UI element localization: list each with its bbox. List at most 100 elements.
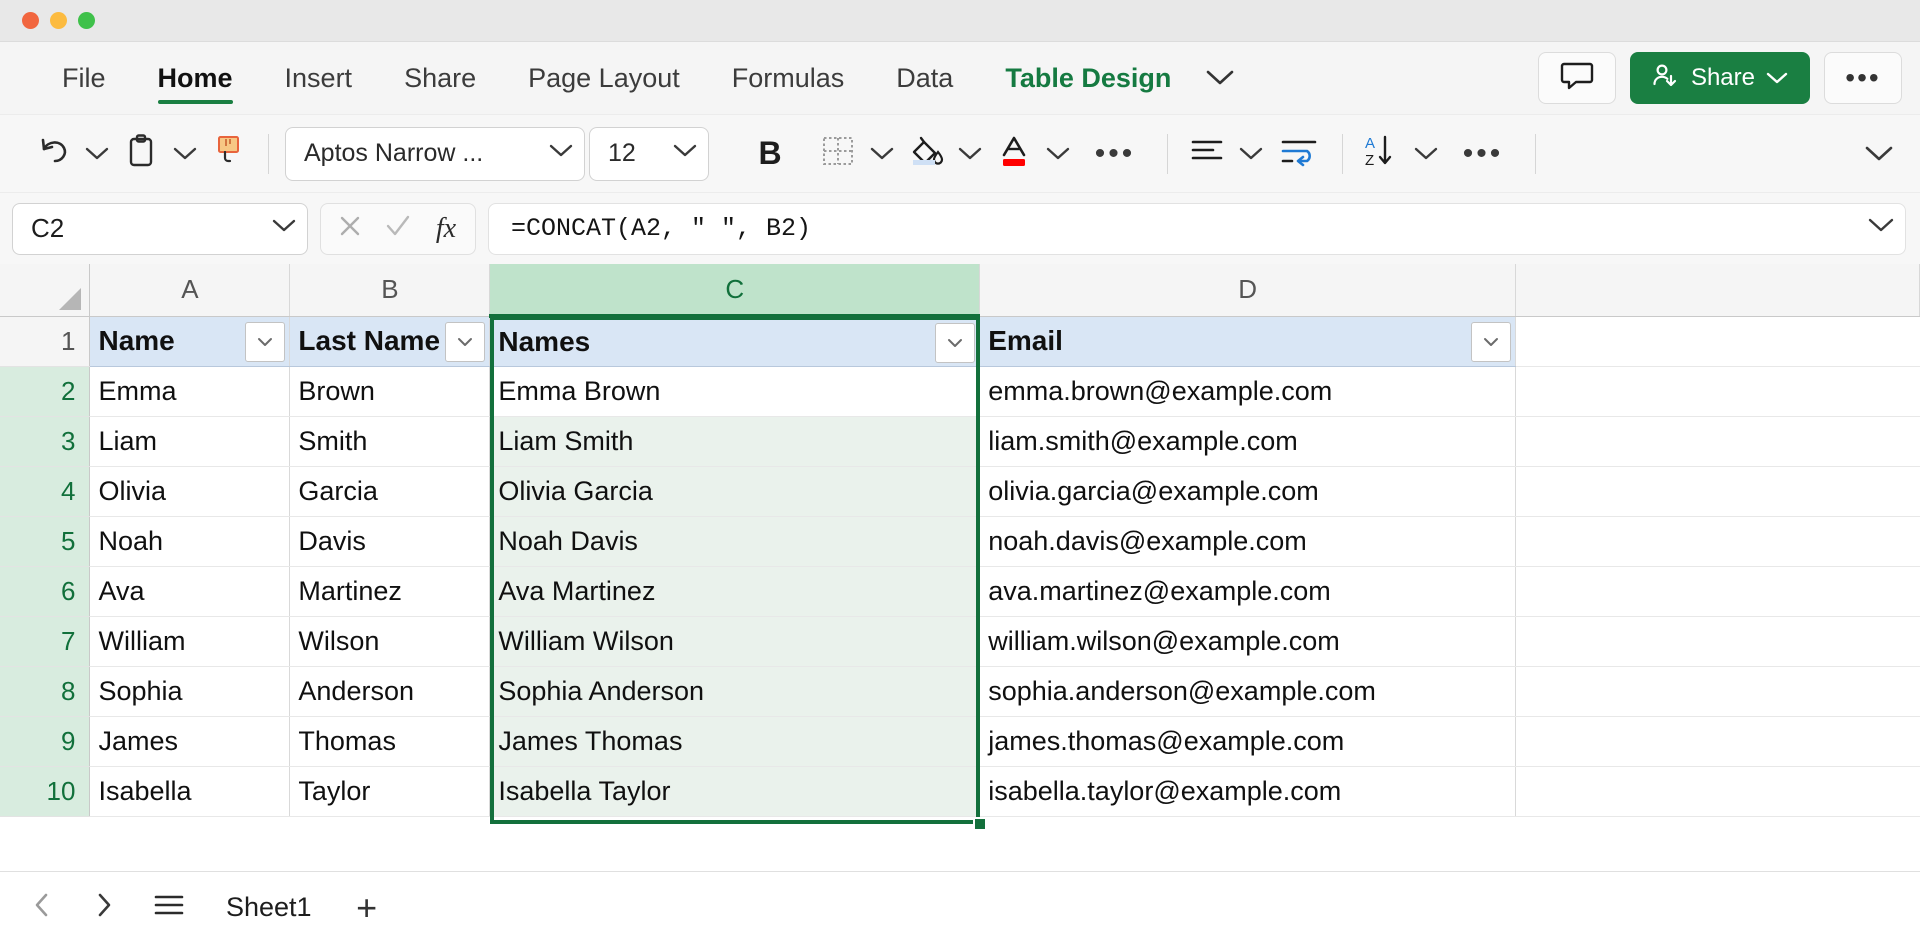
cell-E3[interactable] [1515, 416, 1920, 467]
align-button[interactable] [1184, 128, 1230, 180]
select-all-corner[interactable] [0, 264, 91, 317]
cell-A7[interactable]: William [89, 616, 291, 667]
row-header-8[interactable]: 8 [0, 666, 91, 717]
share-button[interactable]: Share [1629, 52, 1810, 104]
cell-D8[interactable]: sophia.anderson@example.com [979, 666, 1517, 717]
wrap-text-button[interactable] [1272, 128, 1326, 180]
font-group-more-button[interactable]: ••• [1079, 128, 1151, 180]
row-header-10[interactable]: 10 [0, 766, 91, 817]
tab-file[interactable]: File [36, 42, 132, 114]
sort-dropdown-button[interactable] [1409, 128, 1443, 180]
row-header-1[interactable]: 1 [0, 316, 91, 367]
borders-button[interactable] [815, 128, 861, 180]
editing-group-more-button[interactable]: ••• [1447, 128, 1519, 180]
align-dropdown-button[interactable] [1234, 128, 1268, 180]
cell-A2[interactable]: Emma [89, 366, 291, 417]
undo-button[interactable] [30, 128, 76, 180]
sort-button[interactable]: A Z [1359, 128, 1405, 180]
cell-A10[interactable]: Isabella [89, 766, 291, 817]
spreadsheet-grid[interactable]: A B C D 1 Name Last Name Names Email 2 E… [0, 264, 1920, 879]
cell-D10[interactable]: isabella.taylor@example.com [979, 766, 1517, 817]
tab-formulas[interactable]: Formulas [706, 42, 871, 114]
tab-page-layout[interactable]: Page Layout [502, 42, 706, 114]
close-window-button[interactable] [22, 12, 39, 29]
row-header-6[interactable]: 6 [0, 566, 91, 617]
font-color-button[interactable] [991, 128, 1037, 180]
cell-A4[interactable]: Olivia [89, 466, 291, 517]
cell-D5[interactable]: noah.davis@example.com [979, 516, 1517, 567]
comments-button[interactable] [1537, 52, 1616, 104]
paste-button[interactable] [118, 128, 164, 180]
filter-chevron-icon[interactable] [445, 321, 486, 362]
cell-C8[interactable]: Sophia Anderson [489, 666, 981, 717]
tab-table-design[interactable]: Table Design [979, 42, 1197, 114]
cell-B6[interactable]: Martinez [289, 566, 491, 617]
confirm-formula-button[interactable] [379, 206, 417, 252]
format-painter-button[interactable] [206, 128, 252, 180]
cell-B1[interactable]: Last Name [289, 316, 491, 367]
cell-C4[interactable]: Olivia Garcia [489, 466, 981, 517]
fill-color-dropdown-button[interactable] [953, 128, 987, 180]
cell-C9[interactable]: James Thomas [489, 716, 981, 767]
tab-share[interactable]: Share [378, 42, 502, 114]
cell-B4[interactable]: Garcia [289, 466, 491, 517]
cell-E10[interactable] [1515, 766, 1920, 817]
font-size-select[interactable]: 12 [589, 126, 709, 181]
cell-E2[interactable] [1515, 366, 1920, 417]
cell-C7[interactable]: William Wilson [489, 616, 981, 667]
cancel-formula-button[interactable] [331, 206, 369, 252]
cell-C10[interactable]: Isabella Taylor [489, 766, 981, 817]
cell-D2[interactable]: emma.brown@example.com [979, 366, 1517, 417]
row-header-3[interactable]: 3 [0, 416, 91, 467]
cell-C2[interactable]: Emma Brown [489, 366, 981, 417]
cell-B10[interactable]: Taylor [289, 766, 491, 817]
cell-D9[interactable]: james.thomas@example.com [979, 716, 1517, 767]
cell-B9[interactable]: Thomas [289, 716, 491, 767]
cell-D7[interactable]: william.wilson@example.com [979, 616, 1517, 667]
column-header-d[interactable]: D [979, 264, 1517, 317]
cell-E7[interactable] [1515, 616, 1920, 667]
fill-handle[interactable] [973, 817, 987, 831]
undo-dropdown-button[interactable] [80, 128, 114, 180]
cell-A8[interactable]: Sophia [89, 666, 291, 717]
bold-button[interactable]: B [742, 128, 798, 180]
cell-A9[interactable]: James [89, 716, 291, 767]
cell-B8[interactable]: Anderson [289, 666, 491, 717]
chevron-down-icon[interactable] [1197, 42, 1243, 114]
cell-C1[interactable]: Names [489, 316, 981, 367]
previous-sheet-button[interactable] [16, 882, 68, 934]
all-sheets-button[interactable] [140, 882, 198, 934]
row-header-4[interactable]: 4 [0, 466, 91, 517]
row-header-9[interactable]: 9 [0, 716, 91, 767]
filter-chevron-icon[interactable] [245, 321, 286, 362]
cell-B3[interactable]: Smith [289, 416, 491, 467]
cell-D4[interactable]: olivia.garcia@example.com [979, 466, 1517, 517]
font-color-dropdown-button[interactable] [1041, 128, 1075, 180]
paste-dropdown-button[interactable] [168, 128, 202, 180]
tab-data[interactable]: Data [870, 42, 979, 114]
tab-home[interactable]: Home [132, 42, 259, 114]
cell-C6[interactable]: Ava Martinez [489, 566, 981, 617]
cell-D1[interactable]: Email [979, 316, 1517, 367]
cell-E6[interactable] [1515, 566, 1920, 617]
insert-function-button[interactable]: fx [427, 206, 465, 252]
row-header-5[interactable]: 5 [0, 516, 91, 567]
cell-A6[interactable]: Ava [89, 566, 291, 617]
cell-E5[interactable] [1515, 516, 1920, 567]
cell-A5[interactable]: Noah [89, 516, 291, 567]
column-header-a[interactable]: A [89, 264, 291, 317]
add-sheet-button[interactable]: + [340, 882, 394, 934]
cell-A1[interactable]: Name [89, 316, 291, 367]
ribbon-more-options-button[interactable]: ••• [1824, 52, 1902, 104]
cell-E1[interactable] [1515, 316, 1920, 367]
row-header-2[interactable]: 2 [0, 366, 91, 417]
cell-E4[interactable] [1515, 466, 1920, 517]
cell-B2[interactable]: Brown [289, 366, 491, 417]
cell-E8[interactable] [1515, 666, 1920, 717]
name-box[interactable]: C2 [12, 202, 308, 255]
cell-E9[interactable] [1515, 716, 1920, 767]
maximize-window-button[interactable] [78, 12, 95, 29]
font-name-select[interactable]: Aptos Narrow ... [285, 126, 585, 181]
cell-D6[interactable]: ava.martinez@example.com [979, 566, 1517, 617]
cell-D3[interactable]: liam.smith@example.com [979, 416, 1517, 467]
